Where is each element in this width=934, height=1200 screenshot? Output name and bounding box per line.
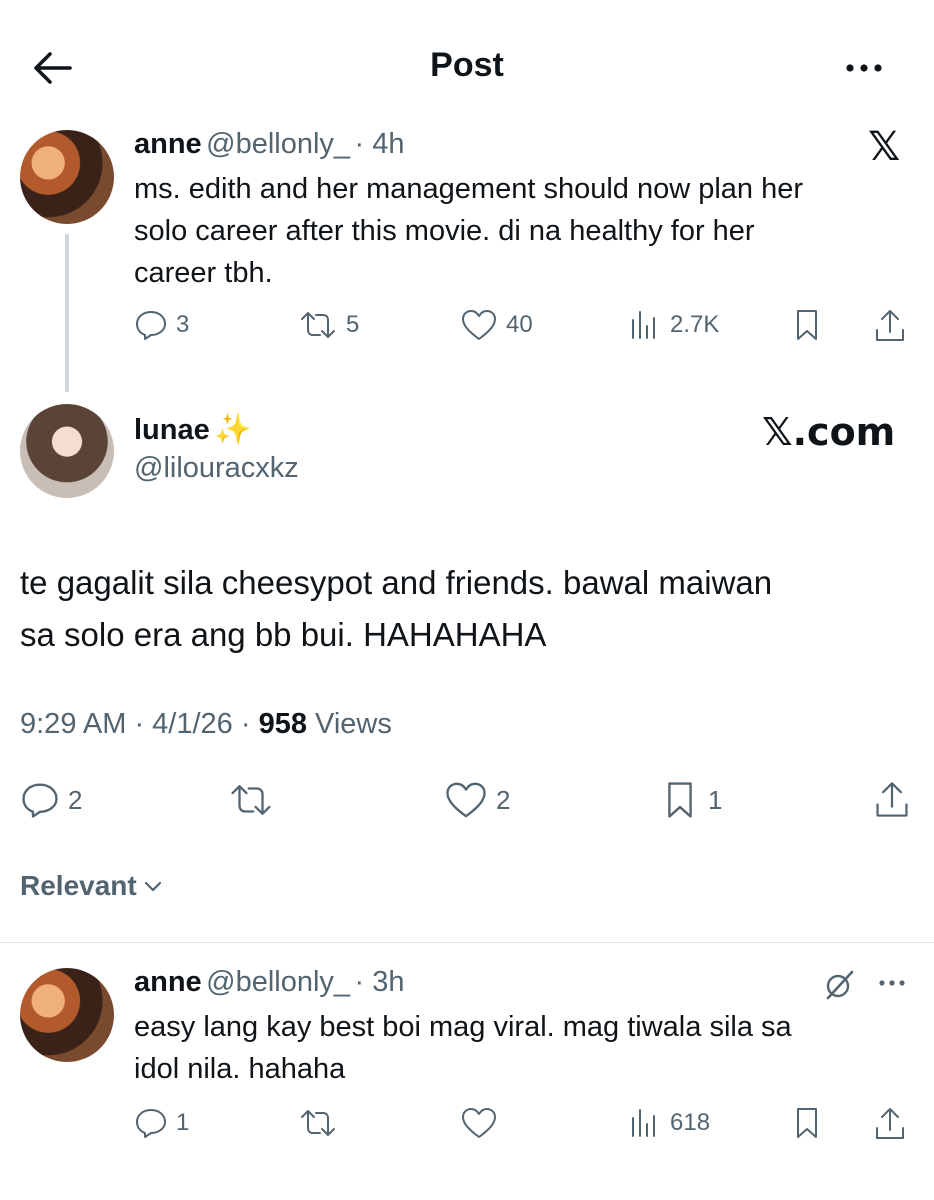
more-horizontal-icon — [879, 980, 905, 986]
repost-count: 5 — [346, 311, 360, 338]
repost-icon — [301, 312, 335, 338]
reply-count: 3 — [176, 311, 190, 338]
watermark: 𝕏.com — [762, 410, 896, 454]
views-button[interactable]: 2.7K — [628, 308, 719, 342]
repost-button[interactable] — [298, 1106, 338, 1140]
post-text: te gagalit sila cheesypot and friends. b… — [20, 557, 920, 661]
like-count: 40 — [506, 311, 533, 338]
reply-button[interactable]: 3 — [134, 308, 189, 342]
author-handle[interactable]: @lilouracxkz — [134, 452, 299, 485]
post-author: anne @bellonly_ · 4h — [134, 128, 405, 161]
heart-icon — [462, 1108, 496, 1138]
like-button[interactable]: 40 — [460, 308, 533, 342]
reply-button[interactable]: 2 — [20, 780, 82, 820]
reply-count: 2 — [68, 784, 83, 815]
analytics-icon — [632, 311, 655, 339]
post-text: ms. edith and her management should now … — [134, 168, 924, 294]
view-count: 2.7K — [670, 311, 720, 338]
page-title: Post — [430, 46, 504, 84]
like-count: 2 — [496, 784, 511, 815]
sparkles-emoji: ✨ — [214, 413, 252, 446]
author-handle[interactable]: @bellonly_ — [206, 128, 350, 160]
author-name[interactable]: lunae — [134, 414, 210, 446]
sort-replies-dropdown[interactable]: Relevant — [20, 870, 163, 902]
bookmark-icon — [797, 1108, 817, 1138]
sort-label: Relevant — [20, 870, 137, 901]
post-time: · 4h — [354, 128, 405, 160]
bookmark-button[interactable] — [790, 308, 824, 342]
repost-button[interactable]: 5 — [298, 308, 359, 342]
author-name[interactable]: anne — [134, 966, 202, 998]
grok-button[interactable] — [822, 968, 856, 1002]
repost-icon — [301, 1110, 335, 1136]
post-text: easy lang kay best boi mag viral. mag ti… — [134, 1006, 924, 1090]
bookmark-count: 1 — [708, 784, 723, 815]
share-button[interactable] — [872, 1106, 908, 1142]
views-button[interactable]: 618 — [628, 1106, 710, 1140]
more-horizontal-icon — [846, 64, 882, 72]
more-options-button[interactable] — [840, 50, 890, 84]
post-text-line: ms. edith and her management should now … — [134, 173, 804, 205]
view-count: 618 — [670, 1109, 711, 1136]
avatar[interactable] — [20, 968, 114, 1062]
reply-icon — [136, 311, 166, 340]
divider — [0, 942, 934, 943]
avatar[interactable] — [20, 404, 114, 498]
thread-connector — [65, 234, 69, 392]
share-icon — [876, 1108, 904, 1139]
bookmark-icon — [668, 782, 692, 818]
analytics-icon — [632, 1109, 655, 1137]
post-actions: 3 5 40 2.7K — [134, 308, 914, 348]
post-text-line: idol nila. hahaha — [134, 1053, 346, 1085]
reply-icon — [136, 1109, 166, 1138]
bookmark-icon — [797, 310, 817, 340]
author-handle[interactable]: @bellonly_ — [206, 966, 350, 998]
reply-icon — [22, 783, 58, 818]
repost-icon — [231, 785, 271, 815]
views-count: 958 — [258, 708, 307, 740]
post-text-line: solo career after this movie. di na heal… — [134, 215, 755, 247]
share-button[interactable] — [872, 308, 908, 344]
author-name[interactable]: anne — [134, 128, 202, 160]
share-icon — [876, 782, 908, 817]
repost-button[interactable] — [228, 780, 274, 820]
like-button[interactable] — [460, 1106, 498, 1140]
post-actions: 1 618 — [134, 1106, 914, 1146]
post-time: · 3h — [354, 966, 405, 998]
heart-icon — [462, 310, 496, 340]
bookmark-button[interactable] — [790, 1106, 824, 1140]
avatar[interactable] — [20, 130, 114, 224]
post-author: lunae ✨ — [134, 412, 252, 447]
post-text-line: easy lang kay best boi mag viral. mag ti… — [134, 1011, 792, 1043]
reply-button[interactable]: 1 — [134, 1106, 189, 1140]
post-text-line: te gagalit sila cheesypot and friends. b… — [20, 564, 773, 601]
post-actions: 2 2 1 — [20, 780, 920, 820]
post-metadata: 9:29 AM · 4/1/26 · 958 Views — [20, 708, 392, 741]
post-text-line: career tbh. — [134, 257, 273, 289]
share-button[interactable] — [872, 780, 912, 820]
heart-icon — [446, 782, 486, 818]
post-author: anne @bellonly_ · 3h — [134, 966, 405, 999]
chevron-down-icon — [144, 881, 161, 892]
x-logo-icon: 𝕏 — [868, 124, 901, 170]
bookmark-button[interactable]: 1 — [660, 780, 722, 820]
post-timestamp[interactable]: 9:29 AM · 4/1/26 · — [20, 708, 259, 740]
like-button[interactable]: 2 — [444, 780, 510, 820]
post-text-line: sa solo era ang bb bui. HAHAHAHA — [20, 616, 547, 653]
grok-icon — [826, 970, 854, 1000]
share-icon — [876, 310, 904, 341]
more-options-button[interactable] — [872, 968, 912, 998]
reply-count: 1 — [176, 1109, 190, 1136]
views-label: Views — [306, 708, 392, 740]
